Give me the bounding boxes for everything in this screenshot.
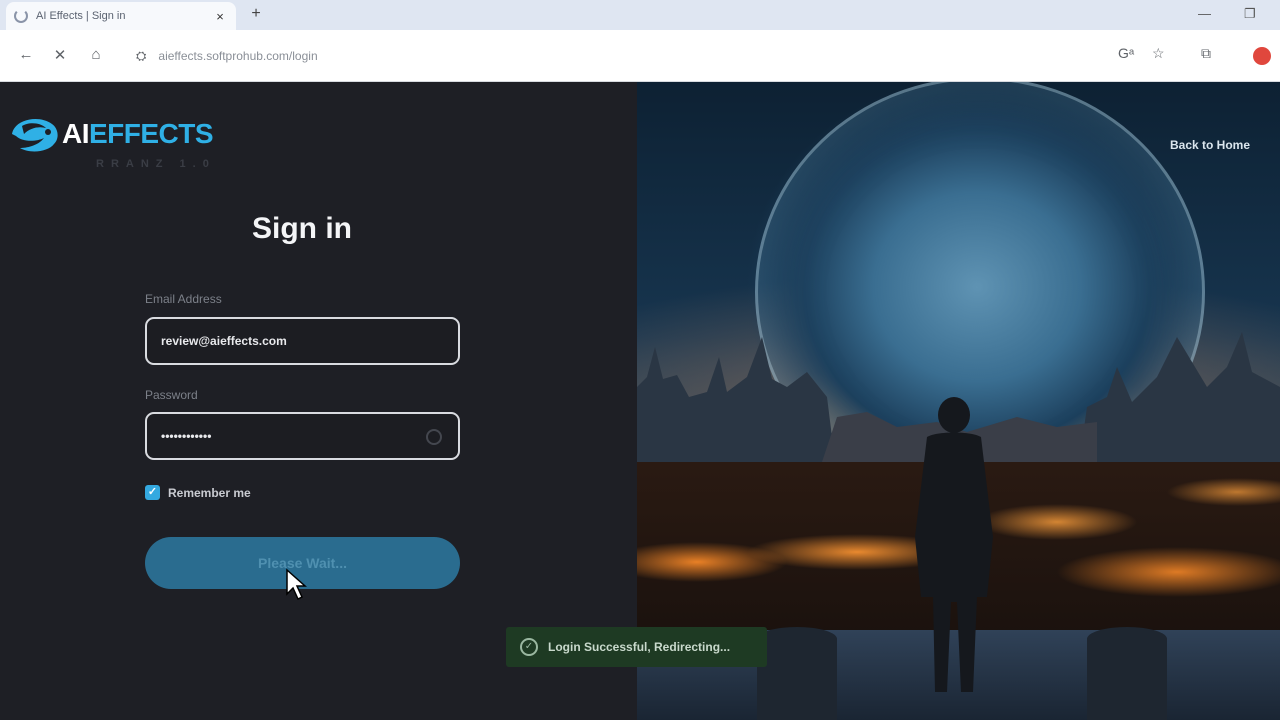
logo-subtitle: RRANZ 1.0 [96, 158, 216, 170]
browser-toolbar: ← ✕ ⌂ ⛭ aieffects.softprohub.com/login G… [0, 30, 1280, 82]
logo-ai-text: AI [62, 118, 90, 149]
mouse-cursor-icon [286, 568, 307, 601]
home-icon[interactable]: ⌂ [86, 46, 106, 63]
hero-image: Back to Home [637, 82, 1280, 720]
bookmark-star-icon[interactable]: ☆ [1152, 45, 1165, 62]
remember-me-row[interactable]: ✓ Remember me [145, 485, 251, 500]
signin-panel: AIEFFECTS RRANZ 1.0 Sign in Email Addres… [0, 82, 637, 720]
profile-avatar[interactable] [1253, 47, 1271, 65]
show-password-icon[interactable] [426, 429, 442, 445]
check-circle-icon: ✓ [520, 638, 538, 656]
stop-loading-icon[interactable]: ✕ [50, 46, 70, 64]
back-to-home-link[interactable]: Back to Home [1170, 138, 1250, 152]
brand-logo[interactable]: AIEFFECTS [8, 112, 214, 156]
new-tab-button[interactable]: + [246, 5, 266, 23]
email-label: Email Address [145, 292, 222, 306]
page-title: Sign in [252, 212, 352, 245]
hero-post-left [757, 627, 837, 720]
minimize-button[interactable]: — [1198, 6, 1211, 21]
remember-me-checkbox[interactable]: ✓ [145, 485, 160, 500]
url-text[interactable]: aieffects.softprohub.com/login [158, 49, 317, 63]
email-field[interactable]: review@aieffects.com [145, 317, 460, 365]
tab-close-icon[interactable]: × [212, 9, 228, 24]
extensions-icon[interactable]: ⧉ [1201, 45, 1211, 62]
address-bar[interactable]: ⛭ aieffects.softprohub.com/login [126, 42, 1106, 70]
email-value: review@aieffects.com [161, 334, 287, 348]
password-value: •••••••••••• [161, 429, 212, 443]
translate-icon[interactable]: Gᵃ [1118, 45, 1134, 61]
remember-me-label[interactable]: Remember me [168, 486, 251, 500]
loading-spinner-icon [14, 9, 28, 23]
tab-title: AI Effects | Sign in [36, 10, 126, 22]
browser-tab[interactable]: AI Effects | Sign in × [6, 2, 236, 30]
logo-wordmark: AIEFFECTS [62, 118, 214, 149]
hero-person-silhouette [915, 397, 993, 692]
restore-button[interactable]: ❐ [1244, 6, 1256, 22]
login-page: AIEFFECTS RRANZ 1.0 Sign in Email Addres… [0, 82, 1280, 720]
success-toast: ✓ Login Successful, Redirecting... [506, 627, 767, 667]
logo-effects-text: EFFECTS [89, 118, 214, 149]
password-label: Password [145, 388, 198, 402]
back-arrow-icon[interactable]: ← [16, 46, 36, 63]
password-field[interactable]: •••••••••••• [145, 412, 460, 460]
hero-post-right [1087, 627, 1167, 720]
logo-mark-icon [8, 112, 62, 156]
site-info-icon[interactable]: ⛭ [136, 48, 146, 64]
browser-tabbar: AI Effects | Sign in × + — ❐ [0, 0, 1280, 30]
toast-message: Login Successful, Redirecting... [548, 640, 731, 654]
